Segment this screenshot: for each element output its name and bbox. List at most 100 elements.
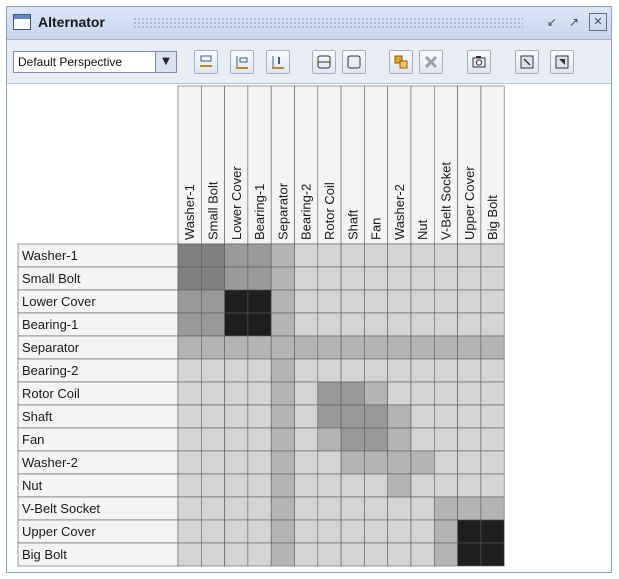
matrix-cell[interactable] bbox=[317, 266, 342, 291]
matrix-cell[interactable] bbox=[410, 542, 435, 567]
matrix-cell[interactable] bbox=[270, 312, 295, 337]
matrix-cell[interactable] bbox=[364, 404, 388, 429]
matrix-cell[interactable] bbox=[480, 358, 505, 383]
matrix-cell[interactable] bbox=[387, 266, 412, 291]
matrix-cell[interactable] bbox=[247, 335, 272, 360]
matrix-cell[interactable] bbox=[201, 473, 225, 498]
matrix-cell[interactable] bbox=[457, 542, 482, 567]
matrix-cell[interactable] bbox=[480, 312, 505, 337]
matrix-cell[interactable] bbox=[294, 289, 319, 314]
matrix-cell[interactable] bbox=[340, 381, 365, 406]
matrix-cell[interactable] bbox=[364, 519, 388, 544]
matrix-cell[interactable] bbox=[410, 243, 435, 268]
matrix-cell[interactable] bbox=[457, 404, 482, 429]
matrix-cell[interactable] bbox=[410, 312, 435, 337]
matrix-cell[interactable] bbox=[294, 450, 319, 475]
matrix-cell[interactable] bbox=[247, 496, 272, 521]
title-bar[interactable]: Alternator ↙ ↗ ✕ bbox=[7, 7, 611, 40]
matrix-cell[interactable] bbox=[410, 496, 435, 521]
matrix-cell[interactable] bbox=[224, 335, 249, 360]
matrix-cell[interactable] bbox=[457, 335, 482, 360]
matrix-cell[interactable] bbox=[317, 473, 342, 498]
matrix-cell[interactable] bbox=[317, 312, 342, 337]
matrix-cell[interactable] bbox=[433, 289, 458, 314]
matrix-cell[interactable] bbox=[480, 243, 505, 268]
matrix-cell[interactable] bbox=[177, 519, 202, 544]
frame-button[interactable] bbox=[342, 50, 366, 74]
matrix-cell[interactable] bbox=[387, 427, 412, 452]
matrix-cell[interactable] bbox=[224, 312, 249, 337]
matrix-cell[interactable] bbox=[224, 542, 249, 567]
matrix-cell[interactable] bbox=[410, 427, 435, 452]
matrix-cell[interactable] bbox=[410, 519, 435, 544]
matrix-cell[interactable] bbox=[270, 519, 295, 544]
matrix-cell[interactable] bbox=[340, 473, 365, 498]
matrix-cell[interactable] bbox=[177, 312, 202, 337]
matrix-cell[interactable] bbox=[433, 243, 458, 268]
matrix-cell[interactable] bbox=[387, 450, 412, 475]
matrix-cell[interactable] bbox=[247, 450, 272, 475]
matrix-cell[interactable] bbox=[201, 542, 225, 567]
split-horizontal-button[interactable] bbox=[312, 50, 336, 74]
matrix-cell[interactable] bbox=[410, 450, 435, 475]
matrix-cell[interactable] bbox=[177, 496, 202, 521]
matrix-cell[interactable] bbox=[294, 266, 319, 291]
matrix-cell[interactable] bbox=[201, 335, 225, 360]
matrix-cell[interactable] bbox=[201, 289, 225, 314]
matrix-cell[interactable] bbox=[294, 519, 319, 544]
matrix-cell[interactable] bbox=[224, 473, 249, 498]
matrix-cell[interactable] bbox=[387, 404, 412, 429]
matrix-cell[interactable] bbox=[340, 243, 365, 268]
matrix-cell[interactable] bbox=[433, 496, 458, 521]
matrix-cell[interactable] bbox=[270, 542, 295, 567]
matrix-cell[interactable] bbox=[364, 496, 388, 521]
matrix-cell[interactable] bbox=[433, 335, 458, 360]
matrix-cell[interactable] bbox=[457, 243, 482, 268]
matrix-cell[interactable] bbox=[457, 312, 482, 337]
matrix-cell[interactable] bbox=[480, 404, 505, 429]
matrix-cell[interactable] bbox=[247, 266, 272, 291]
matrix-cell[interactable] bbox=[340, 266, 365, 291]
matrix-cell[interactable] bbox=[364, 312, 388, 337]
matrix-cell[interactable] bbox=[177, 450, 202, 475]
matrix-cell[interactable] bbox=[457, 496, 482, 521]
matrix-cell[interactable] bbox=[294, 243, 319, 268]
matrix-cell[interactable] bbox=[247, 243, 272, 268]
matrix-cell[interactable] bbox=[224, 427, 249, 452]
matrix-cell[interactable] bbox=[224, 381, 249, 406]
matrix-cell[interactable] bbox=[457, 450, 482, 475]
matrix-cell[interactable] bbox=[340, 312, 365, 337]
matrix-cell[interactable] bbox=[387, 496, 412, 521]
matrix-cell[interactable] bbox=[340, 519, 365, 544]
matrix-cell[interactable] bbox=[247, 427, 272, 452]
matrix-cell[interactable] bbox=[270, 266, 295, 291]
matrix-cell[interactable] bbox=[433, 427, 458, 452]
matrix-cell[interactable] bbox=[433, 312, 458, 337]
matrix-cell[interactable] bbox=[340, 427, 365, 452]
matrix-cell[interactable] bbox=[201, 312, 225, 337]
maximize-icon[interactable]: ↗ bbox=[565, 13, 583, 31]
matrix-cell[interactable] bbox=[457, 358, 482, 383]
matrix-cell[interactable] bbox=[340, 542, 365, 567]
matrix-cell[interactable] bbox=[294, 312, 319, 337]
matrix-cell[interactable] bbox=[201, 381, 225, 406]
matrix-cell[interactable] bbox=[457, 519, 482, 544]
matrix-cell[interactable] bbox=[457, 266, 482, 291]
matrix-cell[interactable] bbox=[433, 450, 458, 475]
matrix-cell[interactable] bbox=[201, 519, 225, 544]
matrix-cell[interactable] bbox=[480, 335, 505, 360]
matrix-cell[interactable] bbox=[480, 542, 505, 567]
matrix-cell[interactable] bbox=[201, 358, 225, 383]
matrix-cell[interactable] bbox=[410, 335, 435, 360]
matrix-cell[interactable] bbox=[457, 473, 482, 498]
matrix-cell[interactable] bbox=[201, 266, 225, 291]
matrix-cell[interactable] bbox=[387, 358, 412, 383]
settings-button[interactable] bbox=[550, 50, 574, 74]
matrix-cell[interactable] bbox=[457, 427, 482, 452]
matrix-cell[interactable] bbox=[364, 381, 388, 406]
matrix-cell[interactable] bbox=[247, 473, 272, 498]
matrix-cell[interactable] bbox=[317, 404, 342, 429]
matrix-cell[interactable] bbox=[247, 381, 272, 406]
matrix-cell[interactable] bbox=[224, 404, 249, 429]
matrix-cell[interactable] bbox=[224, 289, 249, 314]
